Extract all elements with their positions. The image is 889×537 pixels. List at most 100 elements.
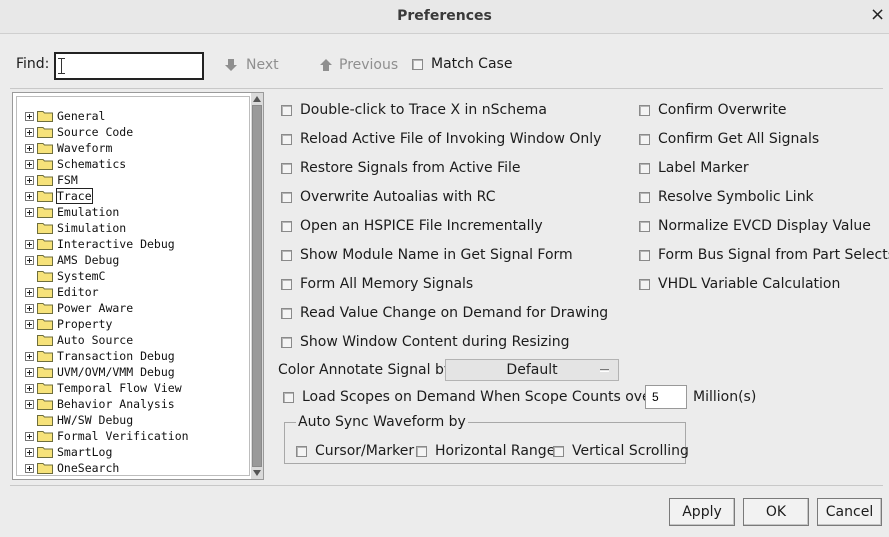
option-checkbox[interactable]: Double-click to Trace X in nSchema	[281, 102, 547, 118]
scope-count-input[interactable]	[645, 385, 687, 409]
tree-item[interactable]: Property	[25, 316, 112, 332]
match-case-box[interactable]	[412, 58, 423, 70]
expand-plus-icon[interactable]	[25, 191, 34, 201]
sync-horizontal-range-box[interactable]	[416, 445, 427, 457]
expand-plus-icon[interactable]	[25, 399, 34, 409]
tree-item[interactable]: HW/SW Debug	[25, 412, 133, 428]
tree-item[interactable]: General	[25, 108, 105, 124]
option-checkbox[interactable]: Show Module Name in Get Signal Form	[281, 247, 573, 263]
cancel-button[interactable]: Cancel	[817, 498, 882, 526]
expand-plus-icon[interactable]	[25, 447, 34, 457]
option-checkbox[interactable]: Open an HSPICE File Incrementally	[281, 218, 543, 234]
expand-plus-icon[interactable]	[25, 351, 34, 361]
next-button[interactable]: Next	[224, 57, 279, 73]
tree-item[interactable]: SmartLog	[25, 444, 112, 460]
sync-vertical-scrolling-box[interactable]	[553, 445, 564, 457]
tree-item[interactable]: AMS Debug	[25, 252, 119, 268]
load-scopes-checkbox[interactable]: Load Scopes on Demand When Scope Counts …	[283, 389, 661, 405]
tree-scrollbar[interactable]	[251, 93, 263, 479]
sync-vertical-scrolling-checkbox[interactable]: Vertical Scrolling	[553, 443, 689, 459]
tree-item[interactable]: Temporal Flow View	[25, 380, 182, 396]
expand-plus-icon[interactable]	[25, 319, 34, 329]
expand-plus-icon[interactable]	[25, 255, 34, 265]
expand-plus-icon[interactable]	[25, 463, 34, 473]
option-checkbox[interactable]: Reload Active File of Invoking Window On…	[281, 131, 601, 147]
expand-plus-icon[interactable]	[25, 159, 34, 169]
expand-plus-icon[interactable]	[25, 303, 34, 313]
option-checkbox[interactable]: Confirm Overwrite	[639, 102, 787, 118]
tree-item[interactable]: Emulation	[25, 204, 119, 220]
checkbox-box[interactable]	[639, 162, 650, 174]
scroll-up-icon[interactable]	[252, 94, 262, 104]
tree-item[interactable]: OneSearch	[25, 460, 119, 476]
option-checkbox[interactable]: Form Bus Signal from Part Selects	[639, 247, 889, 263]
close-icon[interactable]: ×	[870, 6, 885, 24]
expand-plus-icon[interactable]	[25, 383, 34, 393]
tree-item[interactable]: Source Code	[25, 124, 133, 140]
color-annotate-dropdown[interactable]: Default	[445, 359, 619, 381]
expand-plus-icon[interactable]	[25, 287, 34, 297]
checkbox-box[interactable]	[639, 249, 650, 261]
sync-horizontal-range-checkbox[interactable]: Horizontal Range	[416, 443, 555, 459]
expand-plus-icon[interactable]	[25, 431, 34, 441]
checkbox-box[interactable]	[281, 133, 292, 145]
sync-cursor-marker-checkbox[interactable]: Cursor/Marker	[296, 443, 414, 459]
scrollbar-thumb[interactable]	[252, 105, 262, 467]
option-checkbox[interactable]: Label Marker	[639, 160, 749, 176]
expand-plus-icon[interactable]	[25, 207, 34, 217]
checkbox-box[interactable]	[281, 191, 292, 203]
checkbox-box[interactable]	[281, 162, 292, 174]
match-case-checkbox[interactable]: Match Case	[412, 56, 512, 72]
tree-item[interactable]: Simulation	[25, 220, 126, 236]
checkbox-box[interactable]	[281, 278, 292, 290]
expand-plus-icon[interactable]	[25, 175, 34, 185]
load-scopes-box[interactable]	[283, 391, 294, 403]
option-checkbox[interactable]: Form All Memory Signals	[281, 276, 473, 292]
sync-cursor-marker-box[interactable]	[296, 445, 307, 457]
checkbox-box[interactable]	[281, 307, 292, 319]
tree-item[interactable]: Schematics	[25, 156, 126, 172]
option-checkbox[interactable]: Resolve Symbolic Link	[639, 189, 814, 205]
tree-item-label: Temporal Flow View	[57, 381, 182, 395]
tree-item[interactable]: SystemC	[25, 268, 105, 284]
tree-item[interactable]: Trace	[25, 188, 93, 204]
find-input[interactable]	[54, 52, 204, 80]
expand-plus-icon[interactable]	[25, 239, 34, 249]
tree-item[interactable]: Formal Verification	[25, 428, 189, 444]
tree-item[interactable]: Interactive Debug	[25, 236, 175, 252]
option-checkbox[interactable]: VHDL Variable Calculation	[639, 276, 840, 292]
tree-item[interactable]: Behavior Analysis	[25, 396, 175, 412]
expand-plus-icon[interactable]	[25, 111, 34, 121]
checkbox-box[interactable]	[639, 278, 650, 290]
checkbox-box[interactable]	[639, 133, 650, 145]
option-checkbox[interactable]: Read Value Change on Demand for Drawing	[281, 305, 608, 321]
expand-plus-icon[interactable]	[25, 127, 34, 137]
tree-item[interactable]: Transaction Debug	[25, 348, 175, 364]
previous-button[interactable]: Previous	[319, 57, 398, 73]
tree-item[interactable]: Power Aware	[25, 300, 133, 316]
checkbox-box[interactable]	[639, 220, 650, 232]
tree-item[interactable]: Auto Source	[25, 332, 133, 348]
tree-item[interactable]: FSM	[25, 172, 78, 188]
option-checkbox[interactable]: Restore Signals from Active File	[281, 160, 521, 176]
apply-button[interactable]: Apply	[669, 498, 735, 526]
scroll-down-icon[interactable]	[252, 468, 262, 478]
option-checkbox[interactable]: Confirm Get All Signals	[639, 131, 819, 147]
ok-button[interactable]: OK	[743, 498, 809, 526]
option-checkbox[interactable]: Overwrite Autoalias with RC	[281, 189, 495, 205]
checkbox-box[interactable]	[281, 249, 292, 261]
checkbox-box[interactable]	[281, 336, 292, 348]
option-checkbox[interactable]: Show Window Content during Resizing	[281, 334, 570, 350]
checkbox-box[interactable]	[281, 104, 292, 116]
tree-item[interactable]: UVM/OVM/VMM Debug	[25, 364, 175, 380]
tree-item[interactable]: Editor	[25, 284, 99, 300]
option-checkbox[interactable]: Normalize EVCD Display Value	[639, 218, 871, 234]
option-label: Resolve Symbolic Link	[658, 189, 814, 205]
tree-item[interactable]: Waveform	[25, 140, 112, 156]
checkbox-box[interactable]	[639, 191, 650, 203]
sync-cursor-marker-label: Cursor/Marker	[315, 443, 415, 459]
expand-plus-icon[interactable]	[25, 367, 34, 377]
expand-plus-icon[interactable]	[25, 143, 34, 153]
checkbox-box[interactable]	[639, 104, 650, 116]
checkbox-box[interactable]	[281, 220, 292, 232]
